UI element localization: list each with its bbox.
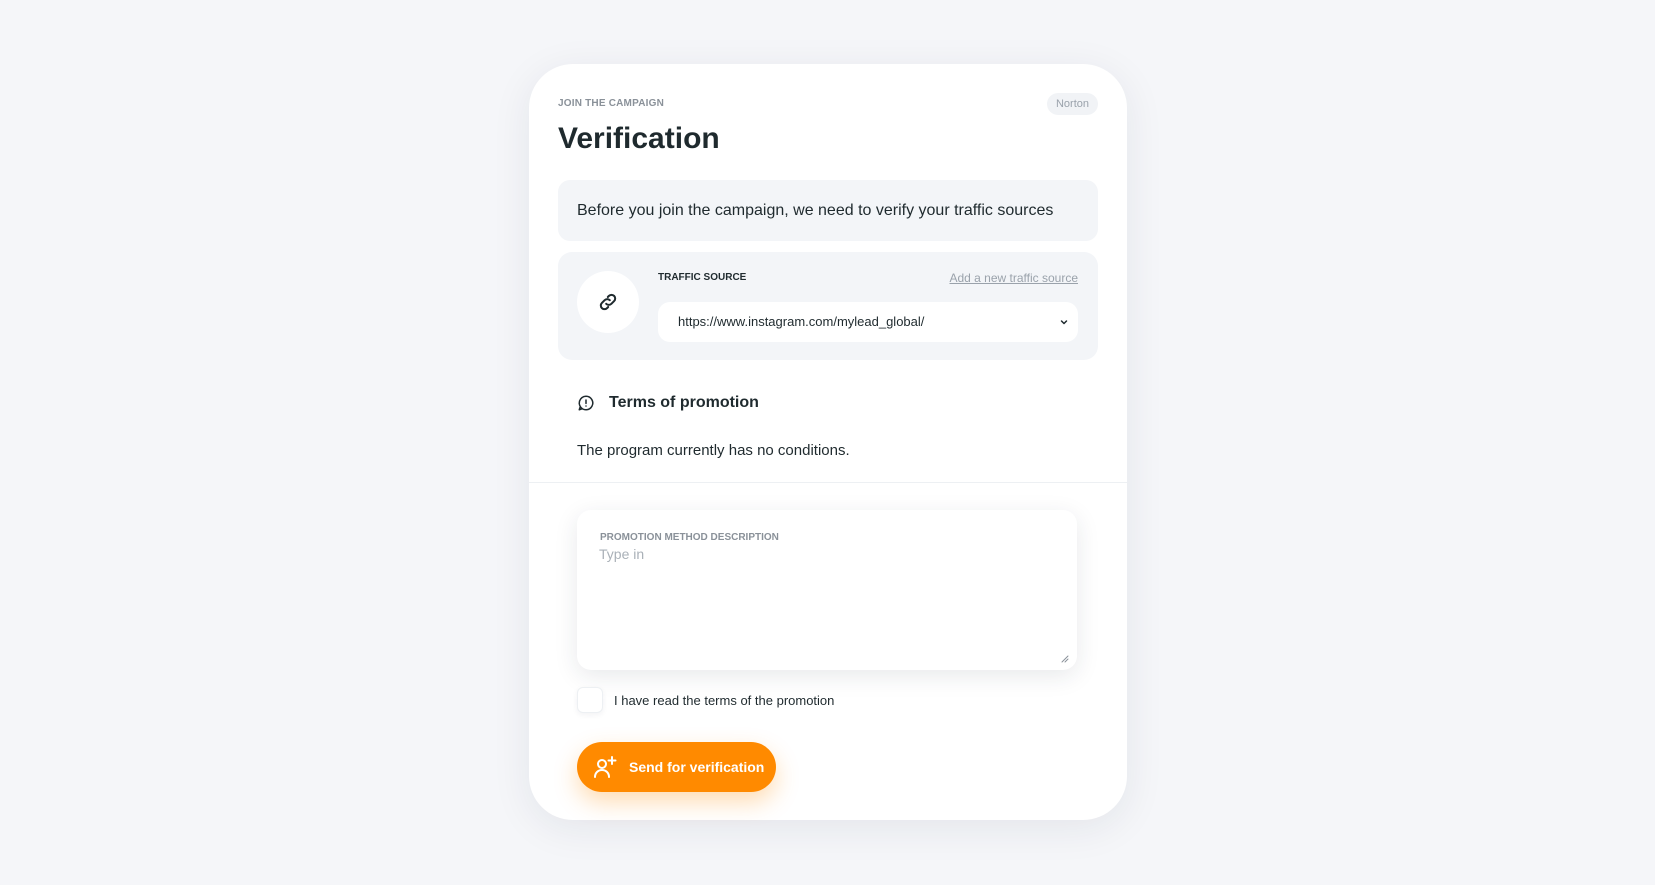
traffic-source-panel: TRAFFIC SOURCE Add a new traffic source … [558,252,1098,360]
terms-title: Terms of promotion [609,394,759,411]
verification-card: JOIN THE CAMPAIGN Norton Verification Be… [529,64,1127,820]
add-traffic-source-link[interactable]: Add a new traffic source [949,271,1078,285]
alert-circle-icon [578,395,594,411]
terms-header: Terms of promotion [577,394,759,412]
promotion-description-box: PROMOTION METHOD DESCRIPTION [577,510,1077,670]
traffic-source-label: TRAFFIC SOURCE [658,272,747,283]
divider [529,482,1127,483]
agreement-checkbox[interactable] [577,687,603,713]
promotion-description-input[interactable] [599,546,1055,656]
traffic-source-select[interactable]: https://www.instagram.com/mylead_global/ [658,302,1078,342]
resize-handle-icon[interactable] [1061,655,1069,663]
traffic-source-value: https://www.instagram.com/mylead_global/ [678,314,925,329]
send-for-verification-button[interactable]: Send for verification [577,742,776,792]
link-icon-circle [577,271,639,333]
eyebrow-label: JOIN THE CAMPAIGN [558,98,664,109]
send-button-label: Send for verification [629,759,765,775]
campaign-badge: Norton [1046,93,1098,115]
chevron-down-icon [1060,320,1068,325]
agreement-label[interactable]: I have read the terms of the promotion [614,693,834,708]
promotion-description-label: PROMOTION METHOD DESCRIPTION [600,532,779,543]
info-box: Before you join the campaign, we need to… [558,180,1098,241]
user-plus-icon [594,756,617,778]
info-text: Before you join the campaign, we need to… [577,202,1054,219]
agreement-row: I have read the terms of the promotion [577,687,834,713]
page-title: Verification [558,122,720,155]
terms-text: The program currently has no conditions. [577,442,850,459]
link-icon [599,293,617,311]
